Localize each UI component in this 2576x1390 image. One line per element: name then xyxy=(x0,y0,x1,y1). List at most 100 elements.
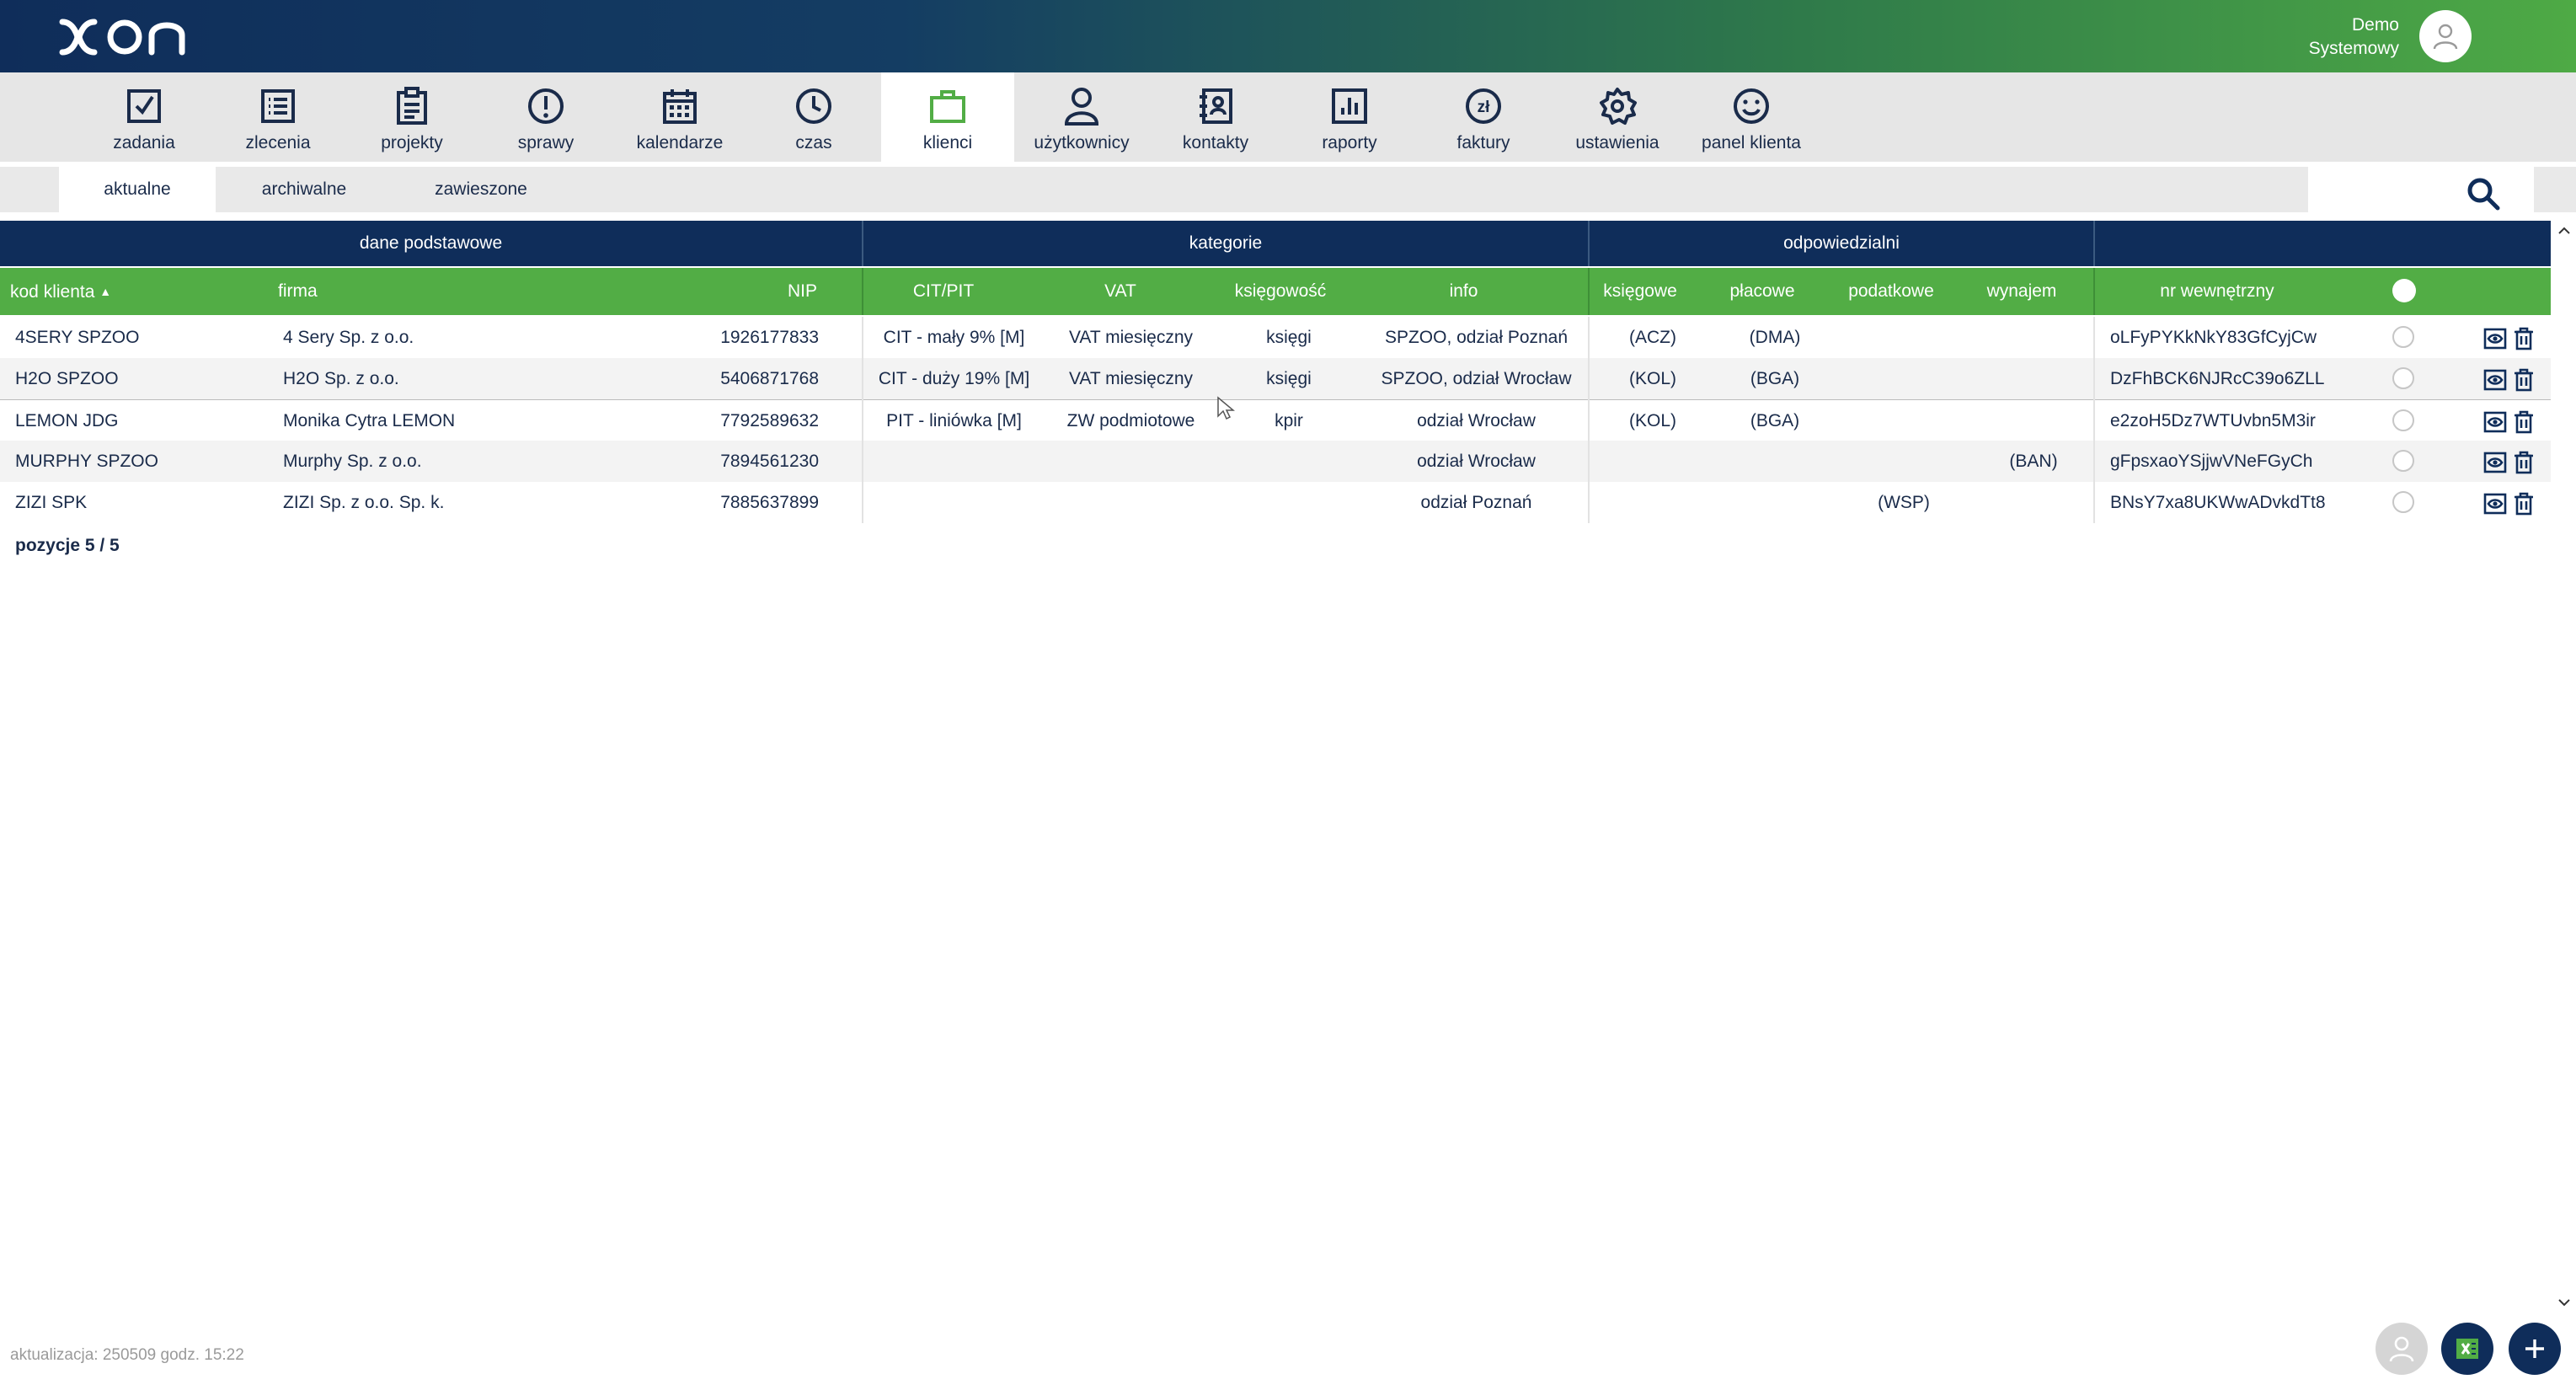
col-kod-klienta[interactable]: kod klienta ▲ xyxy=(10,268,111,315)
xon-logo[interactable] xyxy=(57,15,200,59)
trash-icon[interactable] xyxy=(2512,368,2536,392)
col-vat[interactable]: VAT xyxy=(1045,268,1196,315)
nav-uzytkownicy[interactable]: użytkownicy xyxy=(1015,72,1148,162)
cell-nr-wewnetrzny: oLFyPYKkNkY83GfCyjCw xyxy=(2110,328,2317,347)
last-update-text: aktualizacja: 250509 godz. 15:22 xyxy=(10,1346,244,1364)
nav-klienci[interactable]: klienci xyxy=(881,72,1014,162)
user-filter-button[interactable] xyxy=(2376,1323,2428,1375)
table-row[interactable]: H2O SPZOO H2O Sp. z o.o. 5406871768 CIT … xyxy=(0,358,2551,399)
row-select-radio[interactable] xyxy=(2392,367,2414,389)
col-ksiegowosc[interactable]: księgowość xyxy=(1209,268,1352,315)
cell-placowe xyxy=(1723,441,1827,482)
col-placowe[interactable]: płacowe xyxy=(1712,268,1813,315)
preview-icon[interactable] xyxy=(2483,368,2507,392)
col-nip[interactable]: NIP xyxy=(674,268,817,315)
cell-cit-pit xyxy=(863,441,1045,482)
trash-icon[interactable] xyxy=(2512,492,2536,516)
col-nr-wewnetrzny[interactable]: nr wewnętrzny xyxy=(2095,268,2339,315)
cell-ksiegowosc xyxy=(1230,441,1348,482)
nav-sprawy[interactable]: sprawy xyxy=(479,72,612,162)
nav-projekty[interactable]: projekty xyxy=(345,72,478,162)
nav-label: czas xyxy=(795,133,832,152)
cell-kod-klienta: 4SERY SPZOO xyxy=(15,328,140,347)
col-wynajem[interactable]: wynajem xyxy=(1971,268,2072,315)
search-icon[interactable] xyxy=(2465,175,2502,212)
trash-icon[interactable] xyxy=(2512,451,2536,474)
row-select-radio[interactable] xyxy=(2392,409,2414,431)
cell-wynajem xyxy=(1981,400,2086,441)
svg-text:zł: zł xyxy=(1478,99,1491,116)
nav-panel-klienta[interactable]: panel klienta xyxy=(1685,72,1818,162)
trash-icon[interactable] xyxy=(2512,410,2536,434)
vertical-scrollbar[interactable] xyxy=(2552,221,2576,1316)
nav-ustawienia[interactable]: ustawienia xyxy=(1551,72,1684,162)
trash-icon[interactable] xyxy=(2512,327,2536,350)
user-avatar[interactable] xyxy=(2419,10,2472,62)
cell-podatkowe xyxy=(1849,317,1959,358)
cell-nr-wewnetrzny: e2zoH5Dz7WTUvbn5M3ir xyxy=(2110,411,2316,430)
row-select-radio[interactable] xyxy=(2392,326,2414,348)
tab-zawieszone[interactable]: zawieszone xyxy=(393,167,569,212)
select-all-radio[interactable] xyxy=(2392,279,2416,302)
table-row[interactable]: ZIZI SPK ZIZI Sp. z o.o. Sp. k. 78856378… xyxy=(0,482,2551,523)
checkbox-icon xyxy=(127,89,161,123)
col-cit-pit[interactable]: CIT/PIT xyxy=(863,268,1023,315)
scroll-down-icon[interactable] xyxy=(2556,1294,2573,1311)
nav-kalendarze[interactable]: kalendarze xyxy=(613,72,746,162)
group-other xyxy=(2095,221,2551,266)
table-row[interactable]: MURPHY SPZOO Murphy Sp. z o.o. 789456123… xyxy=(0,441,2551,482)
cell-ksiegowosc: księgi xyxy=(1266,328,1312,347)
cell-kod-klienta: ZIZI SPK xyxy=(15,493,88,512)
table-column-header: kod klienta ▲ firma NIP CIT/PIT VAT księ… xyxy=(0,268,2551,315)
row-select-radio[interactable] xyxy=(2392,450,2414,472)
cell-firma: 4 Sery Sp. z o.o. xyxy=(283,328,414,347)
preview-icon[interactable] xyxy=(2483,327,2507,350)
add-client-button[interactable] xyxy=(2509,1323,2561,1375)
col-ksiegowe[interactable]: księgowe xyxy=(1590,268,1691,315)
tab-archiwalne[interactable]: archiwalne xyxy=(224,167,384,212)
tab-aktualne[interactable]: aktualne xyxy=(59,167,216,212)
cell-info: SPZOO, odział Wrocław xyxy=(1381,369,1572,388)
nav-label: projekty xyxy=(381,133,443,152)
nav-zlecenia[interactable]: zlecenia xyxy=(211,72,345,162)
nav-label: kalendarze xyxy=(636,133,724,152)
plus-icon xyxy=(2525,1339,2544,1358)
row-select-radio[interactable] xyxy=(2392,491,2414,513)
cell-info: odział Wrocław xyxy=(1417,411,1536,430)
col-podatkowe[interactable]: podatkowe xyxy=(1836,268,1946,315)
list-icon xyxy=(261,89,295,123)
cell-wynajem xyxy=(1981,482,2086,523)
table-row[interactable]: 4SERY SPZOO 4 Sery Sp. z o.o. 1926177833… xyxy=(0,317,2551,358)
nav-raporty[interactable]: raporty xyxy=(1283,72,1416,162)
calendar-icon xyxy=(663,89,697,124)
nav-kontakty[interactable]: kontakty xyxy=(1149,72,1282,162)
cell-vat: VAT miesięczny xyxy=(1068,328,1194,347)
cell-placowe xyxy=(1723,482,1827,523)
scroll-up-icon[interactable] xyxy=(2556,222,2573,239)
table-row[interactable]: LEMON JDG Monika Cytra LEMON 7792589632 … xyxy=(0,399,2551,441)
cell-info: odział Wrocław xyxy=(1417,452,1536,471)
preview-icon[interactable] xyxy=(2483,492,2507,516)
cell-podatkowe xyxy=(1849,400,1959,441)
col-label: kod klienta xyxy=(10,282,95,302)
user-first-name: Demo xyxy=(2351,15,2399,35)
preview-icon[interactable] xyxy=(2483,451,2507,474)
cell-ksiegowe: (ACZ) xyxy=(1629,328,1676,347)
col-info[interactable]: info xyxy=(1382,268,1546,315)
nav-czas[interactable]: czas xyxy=(747,72,880,162)
nav-faktury[interactable]: zł faktury xyxy=(1417,72,1550,162)
nav-label: panel klienta xyxy=(1702,133,1801,152)
cell-cit-pit xyxy=(863,482,1045,523)
user-name[interactable]: Demo Systemowy xyxy=(2231,13,2399,61)
cell-nr-wewnetrzny: gFpsxaoYSjjwVNeFGyCh xyxy=(2110,452,2313,471)
col-firma[interactable]: firma xyxy=(278,268,318,315)
excel-export-button[interactable] xyxy=(2441,1323,2493,1375)
cell-nip: 7792589632 xyxy=(720,411,819,430)
preview-icon[interactable] xyxy=(2483,410,2507,434)
nav-label: zadania xyxy=(113,133,175,152)
nav-label: raporty xyxy=(1322,133,1377,152)
nav-label: kontakty xyxy=(1182,133,1249,152)
nav-zadania[interactable]: zadania xyxy=(77,72,211,162)
column-divider xyxy=(2093,317,2095,523)
cell-ksiegowe xyxy=(1601,482,1705,523)
